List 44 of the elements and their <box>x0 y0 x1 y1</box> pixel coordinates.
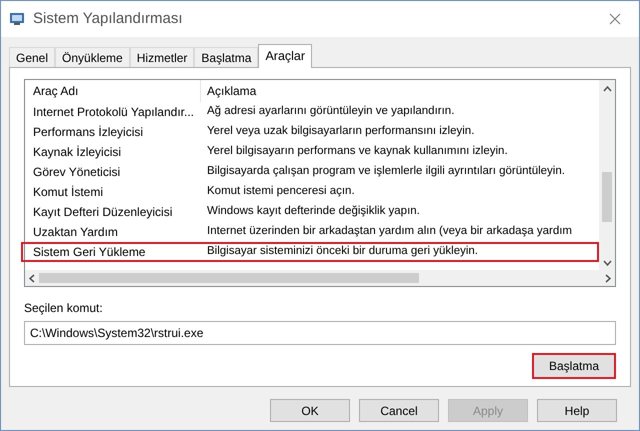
field-label: Seçilen komut: <box>24 300 104 317</box>
column-header[interactable]: Araç Adı <box>25 80 201 102</box>
dialog-button[interactable]: OK <box>270 399 350 422</box>
window-title: Sistem Yapılandırması <box>33 8 183 29</box>
table-row[interactable]: Kaynak İzleyicisi Yerel bilgisayarın performans ve kaynak kullanımını izleyin. <box>25 142 599 162</box>
launch-button[interactable]: Başlatma <box>532 353 616 379</box>
table-cell-text: Internet üzerinden bir arkadaştan yardım alın (veya bir arkadaşa yardım <box>206 224 572 240</box>
table-row[interactable]: Internet Protokolü Yapılandır... Ağ adresi ayarlarını görüntüleyin ve yapılandırın. <box>25 102 599 122</box>
table-cell-text: Performans İzleyicisi <box>32 124 144 141</box>
scrollbar-thumb[interactable] <box>39 273 419 283</box>
dialog-button[interactable]: Help <box>537 399 617 422</box>
table-cell-text: Yerel veya uzak bilgisayarların performansını izleyin. <box>206 124 474 140</box>
table-row[interactable]: Kayıt Defteri Düzenleyicisi Windows kayıt defterinde değişiklik yapın. <box>25 202 599 222</box>
table-cell-text: Uzaktan Yardım <box>32 224 119 241</box>
table-cell-text: Yerel bilgisayarın performans ve kaynak kullanımını izleyin. <box>206 144 508 160</box>
table-row[interactable]: Performans İzleyicisi Yerel veya uzak bilgisayarların performansını izleyin. <box>25 122 599 142</box>
table-cell-text: Bilgisayarda çalışan program ve işlemlerle ilgili ayrıntıları görüntüleyin. <box>206 164 565 180</box>
vertical-scrollbar[interactable] <box>599 80 615 270</box>
tab[interactable]: Önyükleme <box>55 47 130 67</box>
table-cell-text: Ağ adresi ayarlarını görüntüleyin ve yapılandırın. <box>206 104 454 120</box>
table-row[interactable]: Sistem Geri Yükleme Bilgisayar sisteminizi önceki bir duruma geri yükleyin. <box>21 242 599 262</box>
column-header[interactable]: Açıklama <box>201 82 256 100</box>
close-icon[interactable] <box>609 13 621 25</box>
horizontal-scrollbar[interactable] <box>25 270 615 286</box>
monitor-icon <box>9 11 25 27</box>
table-cell-text: Komut İstemi <box>32 184 104 201</box>
tab[interactable]: Araçlar <box>258 44 312 68</box>
command-field[interactable]: C:\Windows\System32\rstrui.exe <box>24 321 616 345</box>
dialog-button[interactable]: Cancel <box>359 399 439 422</box>
table-cell-text: Sistem Geri Yükleme <box>32 244 146 261</box>
table-row[interactable]: Görev Yöneticisi Bilgisayarda çalışan program ve işlemlerle ilgili ayrıntıları görüntüleyin. <box>25 162 599 182</box>
tab[interactable]: Hizmetler <box>130 47 194 67</box>
table-row[interactable]: Komut İstemi Komut istemi penceresi açın. <box>25 182 599 202</box>
table-cell-text: Kayıt Defteri Düzenleyicisi <box>32 204 174 221</box>
tab[interactable]: Başlatma <box>194 47 258 67</box>
tab[interactable]: Genel <box>9 47 56 67</box>
table-row[interactable]: Uzaktan Yardım Internet üzerinden bir arkadaştan yardım alın (veya bir arkadaşa yardım <box>25 222 599 242</box>
table-cell-text: Komut istemi penceresi açın. <box>206 184 355 200</box>
table-cell-text: Bilgisayar sisteminizi önceki bir duruma geri yükleyin. <box>206 244 478 260</box>
scrollbar-thumb[interactable] <box>602 172 612 222</box>
table-cell-text: Windows kayıt defterinde değişiklik yapın. <box>206 204 420 220</box>
table-cell-text: Görev Yöneticisi <box>32 164 122 181</box>
table-cell-text: Kaynak İzleyicisi <box>32 144 122 161</box>
table-cell-text: Internet Protokolü Yapılandır... <box>32 104 195 121</box>
